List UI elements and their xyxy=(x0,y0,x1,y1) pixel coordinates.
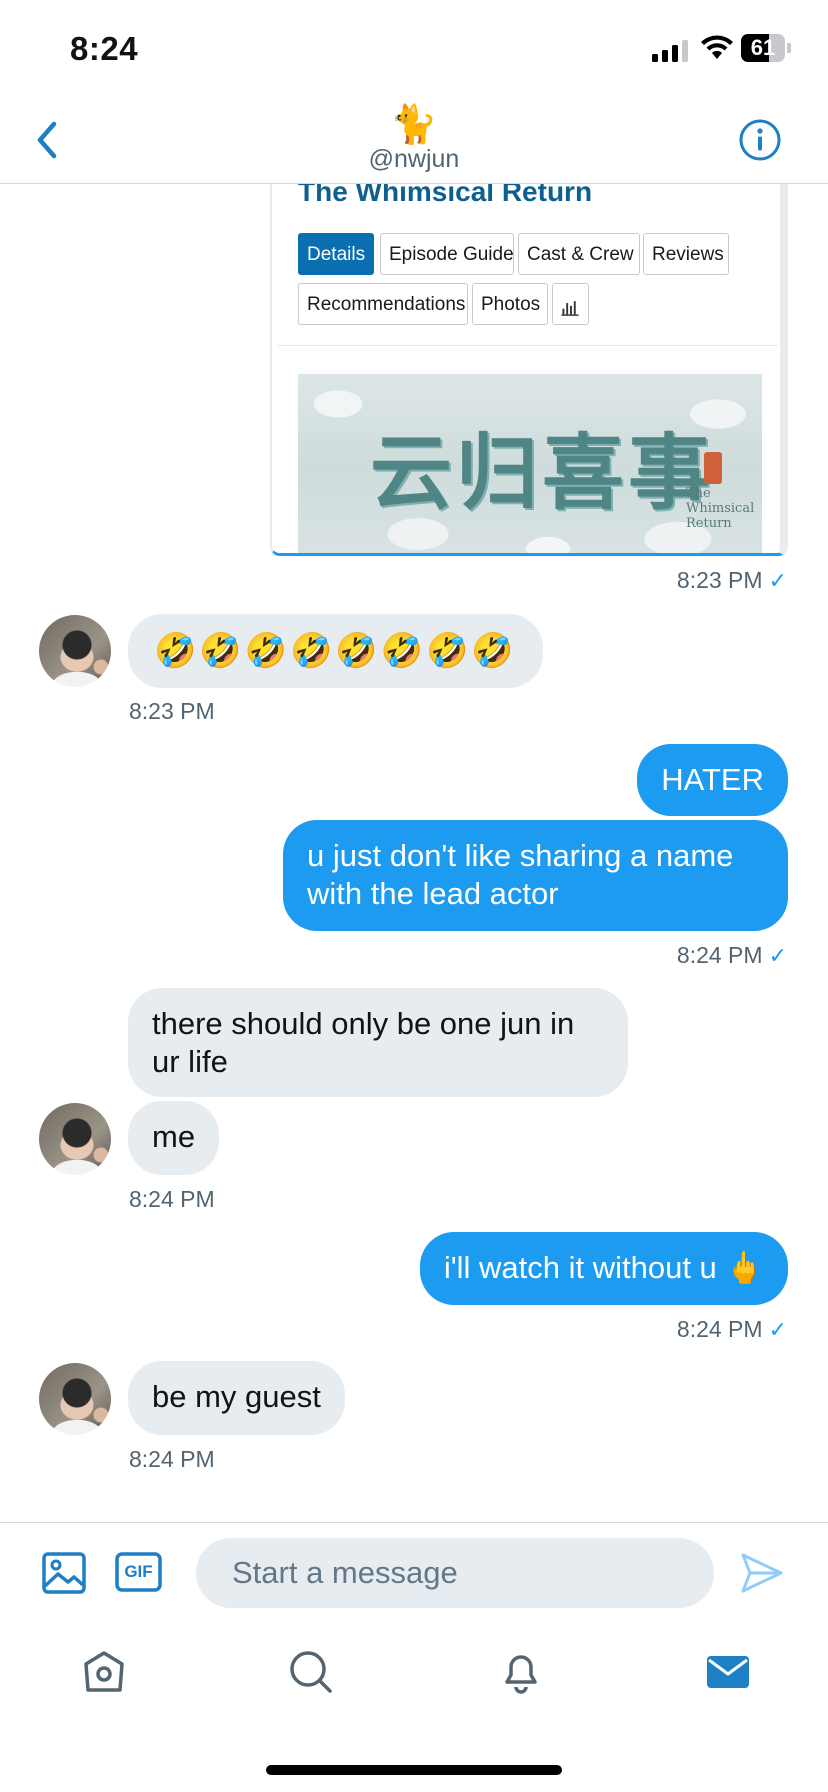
battery-level: 61 xyxy=(750,35,776,60)
poster-title: 云归喜事 xyxy=(370,425,715,521)
sender-avatar[interactable] xyxy=(39,1103,111,1175)
sent-check-icon: ✓ xyxy=(768,568,787,593)
card-tab-stats[interactable] xyxy=(552,283,589,325)
message-timestamp: 8:24 PM ✓ xyxy=(676,942,787,968)
message-input[interactable] xyxy=(196,1538,714,1608)
message-timestamp: 8:24 PM xyxy=(129,1446,215,1472)
card-tab-episode-guide[interactable]: Episode Guide xyxy=(380,233,514,275)
conversation-handle[interactable]: @nwjun xyxy=(300,145,528,174)
message-bubble-outgoing[interactable]: HATER xyxy=(637,744,788,816)
home-indicator[interactable] xyxy=(266,1765,562,1775)
back-chevron-icon[interactable] xyxy=(30,118,64,162)
info-icon[interactable] xyxy=(738,118,782,162)
image-icon[interactable] xyxy=(42,1550,86,1594)
card-tab-details[interactable]: Details xyxy=(298,233,374,275)
message-bubble-incoming[interactable]: be my guest xyxy=(128,1361,345,1435)
message-bubble-incoming[interactable]: there should only be one jun in ur life xyxy=(128,988,628,1097)
notifications-icon[interactable] xyxy=(497,1648,545,1696)
home-icon[interactable] xyxy=(80,1648,128,1696)
wifi-icon xyxy=(701,35,733,59)
bar-chart-icon xyxy=(561,301,579,316)
message-timestamp: 8:24 PM xyxy=(129,1186,215,1212)
message-bubble-incoming[interactable]: 🤣🤣🤣🤣🤣🤣🤣🤣 xyxy=(128,614,543,688)
message-timestamp: 8:23 PM xyxy=(129,698,215,724)
card-divider xyxy=(278,345,778,346)
card-tab-recommendations[interactable]: Recommendations xyxy=(298,283,468,325)
poster-subtitle: The Whimsical Return xyxy=(686,486,755,531)
message-timestamp: 8:24 PM ✓ xyxy=(676,1316,787,1342)
card-title: The Whimsical Return xyxy=(298,184,593,207)
message-bubble-outgoing[interactable]: i'll watch it without u 🖕 xyxy=(419,1232,788,1305)
message-bubble-incoming[interactable]: me xyxy=(128,1101,220,1175)
search-icon[interactable] xyxy=(287,1648,335,1696)
sent-check-icon: ✓ xyxy=(768,943,787,968)
gif-label: GIF xyxy=(124,1562,153,1581)
status-time: 8:24 xyxy=(70,30,139,67)
show-poster-image: 云归喜事 The Whimsical Return xyxy=(298,374,762,553)
conversation-avatar[interactable]: 🐈 xyxy=(389,104,439,146)
gif-icon[interactable]: GIF xyxy=(115,1552,162,1592)
cellular-signal-icon xyxy=(652,38,688,62)
card-tab-photos[interactable]: Photos xyxy=(472,283,548,325)
messages-icon[interactable] xyxy=(704,1648,752,1696)
sent-check-icon: ✓ xyxy=(768,1317,787,1342)
shared-link-card[interactable]: The Whimsical Return Details Episode Gui… xyxy=(270,184,788,556)
composer-divider xyxy=(0,1522,828,1523)
battery-icon: 61 xyxy=(741,34,791,62)
sender-avatar[interactable] xyxy=(39,1363,111,1435)
message-bubble-outgoing[interactable]: u just don't like sharing a name with th… xyxy=(283,820,788,931)
card-tab-cast-crew[interactable]: Cast & Crew xyxy=(518,233,640,275)
send-icon[interactable] xyxy=(740,1552,784,1594)
poster-seal xyxy=(704,452,722,484)
sender-avatar[interactable] xyxy=(39,615,111,687)
card-tab-reviews[interactable]: Reviews xyxy=(643,233,729,275)
message-timestamp: 8:23 PM ✓ xyxy=(676,567,787,593)
